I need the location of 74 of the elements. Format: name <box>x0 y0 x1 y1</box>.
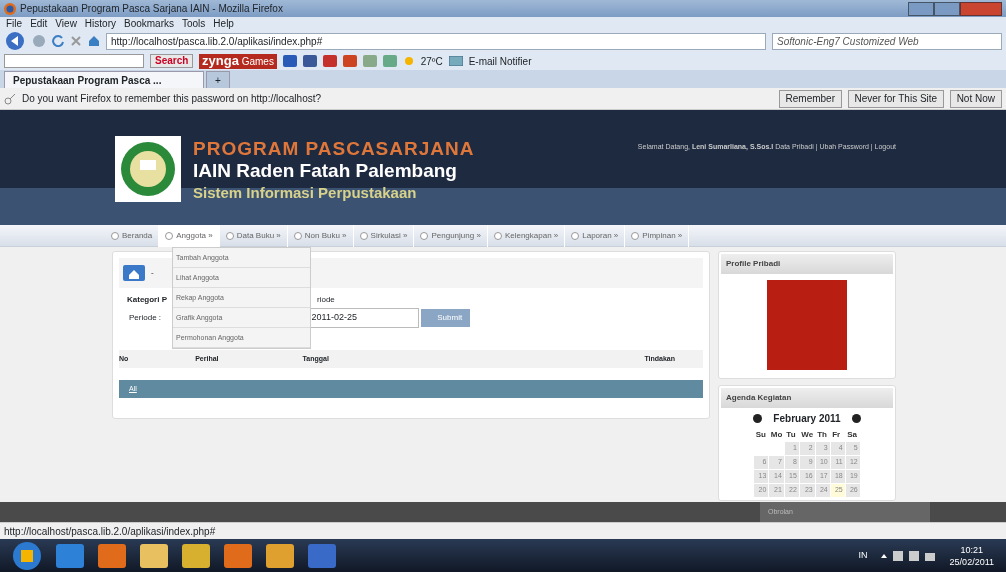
toolbar-icon[interactable] <box>342 55 357 67</box>
system-name: Sistem Informasi Perpustakaan <box>193 183 418 203</box>
weekday-label: Mo <box>769 428 784 441</box>
notification-button[interactable]: Remember <box>778 89 842 108</box>
email-notifier-button[interactable]: E-mail Notifier <box>468 53 532 69</box>
home-folder-icon <box>123 265 145 281</box>
category-label: Kategori P <box>127 293 167 306</box>
site-title: PROGRAM PASCASARJANA <box>193 138 475 160</box>
menu-item[interactable]: Edit <box>30 16 48 31</box>
search-field[interactable]: Softonic-Eng7 Customized Web <box>772 32 1002 50</box>
games-label[interactable]: Games <box>241 53 274 69</box>
weekday-label: Tu <box>785 428 797 441</box>
nav-menu-item[interactable]: Anggota » <box>159 225 220 247</box>
toolbar-icon[interactable] <box>282 55 297 67</box>
app-icon[interactable] <box>140 543 168 568</box>
key-icon <box>4 92 16 105</box>
maximize-button[interactable] <box>934 1 960 16</box>
toolbar-icon[interactable] <box>302 55 317 67</box>
menu-item[interactable]: History <box>84 16 116 31</box>
previous-icon[interactable] <box>753 413 763 423</box>
weekday-label: Fr <box>831 428 842 441</box>
breadcrumb-text: - <box>151 267 154 279</box>
emblem-logo <box>119 140 177 198</box>
menu-item[interactable]: Tools <box>182 16 206 31</box>
app-icon[interactable] <box>182 543 210 568</box>
weekday-label: Sa <box>846 428 858 441</box>
category-text: riode <box>317 293 335 306</box>
app-icon[interactable] <box>224 543 252 568</box>
zynga-label: zynga <box>202 52 239 71</box>
back-icon[interactable] <box>4 31 26 51</box>
card-title: Agenda Kegiatan <box>721 388 893 408</box>
weekday-label: Th <box>816 428 828 441</box>
nav-menu-item[interactable]: Sirkulasi » <box>353 225 415 247</box>
address-field[interactable]: http://localhost/pasca.lib.2.0/aplikasi/index.php# <box>106 32 766 50</box>
browser-tab[interactable]: + <box>206 71 230 88</box>
app-icon[interactable] <box>56 543 84 568</box>
clock-time[interactable]: 10:21 <box>949 543 994 556</box>
app-icon[interactable] <box>266 543 294 568</box>
window-title: Pepustakaan Program Pasca Sarjana IAIN - Mozilla Firefox <box>20 2 283 16</box>
stop-icon[interactable] <box>70 35 82 47</box>
calendar-month: February 2011 <box>773 411 841 426</box>
nav-menu-item[interactable]: Laporan » <box>565 225 626 247</box>
search-button[interactable]: Search <box>150 54 194 68</box>
status-text: http://localhost/pasca.lib.2.0/aplikasi/index.php# <box>0 522 1006 539</box>
sun-icon <box>402 55 415 67</box>
toolbar-field[interactable] <box>4 54 144 68</box>
nav-menu-item[interactable]: Pengunjung » <box>414 225 488 247</box>
nav-menu-item[interactable]: Pimpinan » <box>625 225 690 247</box>
period-label: Periode : <box>129 312 162 324</box>
institution-name: IAIN Raden Fatah Palembang <box>193 160 458 182</box>
mail-icon <box>448 56 463 66</box>
notification-button[interactable]: Not Now <box>949 89 1002 108</box>
nav-menu-item[interactable]: Kelengkapan » <box>487 225 566 247</box>
notification-button[interactable]: Never for This Site <box>847 89 945 108</box>
language-indicator[interactable]: IN <box>858 548 868 563</box>
reload-icon[interactable] <box>52 35 64 47</box>
toolbar-icon[interactable] <box>322 55 337 67</box>
weekday-label: We <box>800 428 815 441</box>
minimize-button[interactable] <box>908 1 934 16</box>
close-button[interactable] <box>960 1 1002 16</box>
menu-item[interactable]: Help <box>213 16 234 31</box>
menu-item[interactable]: View <box>55 16 77 31</box>
app-icon[interactable] <box>98 543 126 568</box>
menu-item[interactable]: File <box>6 16 23 31</box>
clock-date[interactable]: 25/02/2011 <box>949 555 994 568</box>
start-orb-icon[interactable] <box>12 540 42 571</box>
browser-tab[interactable]: Pepustakaan Program Pasca ... <box>4 71 204 88</box>
weekday-label: Su <box>754 428 767 441</box>
card-title: Profile Pribadi <box>721 254 893 274</box>
menu-item[interactable]: Bookmarks <box>124 16 174 31</box>
notification-message: Do you want Firefox to remember this password on http://localhost? <box>22 92 322 106</box>
temperature-label: 27ºC <box>420 54 443 69</box>
home-icon[interactable] <box>88 35 100 47</box>
next-icon[interactable] <box>851 413 861 423</box>
